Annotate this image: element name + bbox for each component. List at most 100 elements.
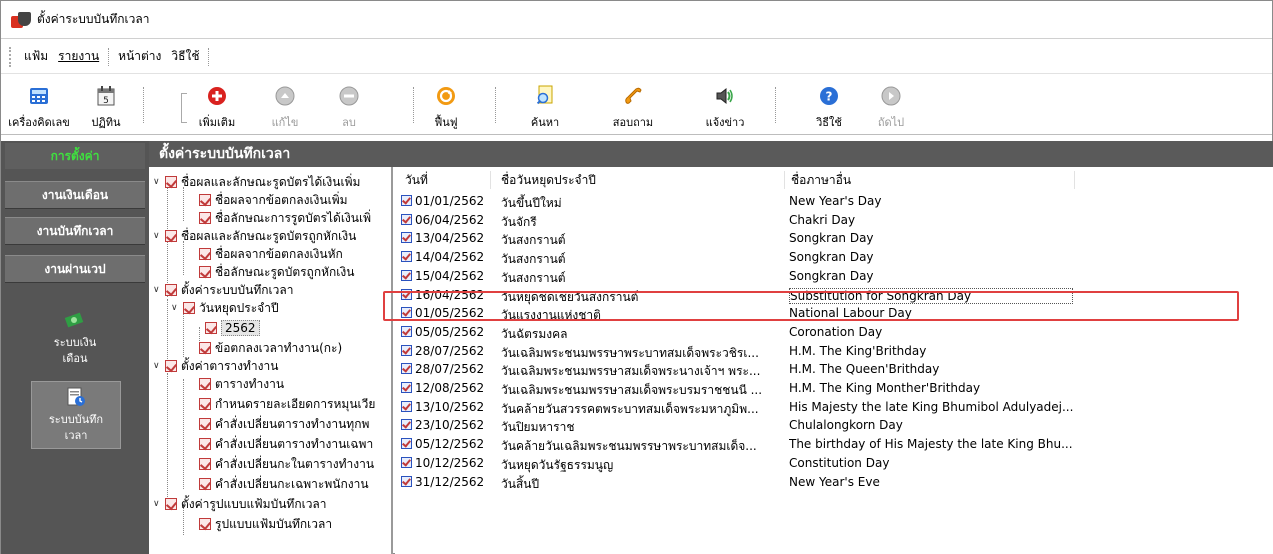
chevron-down-icon[interactable]: ∨ [153, 361, 163, 371]
table-row[interactable]: 15/04/2562 วันสงกรานต์ Songkran Day [395, 268, 1273, 286]
cell-date: 28/07/2562 [401, 344, 499, 358]
delete-button[interactable]: ลบ [321, 81, 377, 131]
checkbox-node-icon [165, 284, 177, 296]
menu-window[interactable]: หน้าต่าง [113, 45, 166, 68]
menu-file[interactable]: แฟ้ม [19, 45, 53, 68]
chevron-down-icon[interactable]: ∨ [153, 231, 163, 241]
tree-node[interactable]: คำสั่งเปลี่ยนกะเฉพาะพนักงาน [199, 475, 369, 493]
tree-node[interactable]: รูปแบบแฟ้มบันทึกเวลา [199, 515, 332, 533]
table-row[interactable]: 23/10/2562 วันปิยมหาราช Chulalongkorn Day [395, 417, 1273, 435]
inquire-button[interactable]: สอบถาม [605, 81, 661, 131]
tree-node[interactable]: คำสั่งเปลี่ยนตารางทำงานเฉพา [199, 435, 373, 453]
tree-node[interactable]: ∨ ตั้งค่าตารางทำงาน [153, 357, 278, 375]
cell-other-language: Chakri Day [789, 212, 856, 227]
add-button[interactable]: เพิ่มเติม [189, 81, 245, 131]
restore-icon [435, 85, 457, 107]
cell-holiday-name: วันฉัตรมงคล [501, 326, 568, 341]
checkbox-node-icon [199, 342, 211, 354]
tree-node[interactable]: ชื่อลักษณะการรูดบัตรได้เงินเพิ่ [199, 209, 371, 227]
tree-node[interactable]: ∨ ตั้งค่าระบบบันทึกเวลา [153, 281, 293, 299]
column-header-date[interactable]: วันที่ [395, 171, 491, 189]
search-icon [534, 85, 556, 107]
table-row[interactable]: 13/10/2562 วันคล้ายวันสวรรคตพระบาทสมเด็จพ… [395, 399, 1273, 417]
cell-date-text: 14/04/2562 [415, 250, 485, 265]
nav-settings[interactable]: การตั้งค่า [5, 143, 145, 169]
nav-payroll[interactable]: งานเงินเดือน [5, 181, 145, 209]
nav-time-attendance[interactable]: งานบันทึกเวลา [5, 217, 145, 245]
tree-node[interactable]: คำสั่งเปลี่ยนกะในตารางทำงาน [199, 455, 374, 473]
settings-tree: ∨ ชื่อผลและลักษณะรูดบัตรได้เงินเพิ่ม ชื่อ… [149, 167, 393, 554]
table-row[interactable]: 13/04/2562 วันสงกรานต์ Songkran Day [395, 230, 1273, 248]
table-row[interactable]: 01/05/2562 วันแรงงานแห่งชาติ National Labo… [395, 305, 1273, 323]
tree-node[interactable]: ∨ ชื่อผลและลักษณะรูดบัตรได้เงินเพิ่ม [153, 173, 360, 191]
menu-bar: แฟ้ม รายงาน หน้าต่าง วิธีใช้ [1, 40, 1272, 74]
search-button[interactable]: ค้นหา [517, 81, 573, 131]
chevron-down-icon[interactable]: ∨ [153, 499, 163, 509]
nav-web[interactable]: งานผ่านเวป [5, 255, 145, 283]
cell-date-text: 28/07/2562 [415, 362, 485, 377]
table-row-selected[interactable]: 16/04/2562 วันหยุดชดเชยวันสงกรานต์ Substit… [395, 287, 1273, 305]
column-header-other-language[interactable]: ชื่อภาษาอื่น [785, 171, 1075, 189]
table-row[interactable]: 31/12/2562 วันสิ้นปี New Year's Eve [395, 474, 1273, 492]
menu-help[interactable]: วิธีใช้ [166, 45, 204, 68]
time-system-tile[interactable]: ระบบบันทึก เวลา [31, 381, 121, 449]
cell-date: 05/12/2562 [401, 437, 499, 451]
app-logo-icon [11, 11, 31, 28]
tree-node[interactable]: คำสั่งเปลี่ยนตารางทำงานทุกพ [199, 415, 369, 433]
cell-other-language: Songkran Day [789, 268, 874, 283]
table-row[interactable]: 05/12/2562 วันคล้ายวันเฉลิมพระชนมพรรษาพระ… [395, 436, 1273, 454]
table-row[interactable]: 28/07/2562 วันเฉลิมพระชนมพรรษาพระบาทสมเด็… [395, 343, 1273, 361]
tree-node[interactable]: ข้อตกลงเวลาทำงาน(กะ) [199, 339, 342, 357]
tree-node-selected[interactable]: 2562 [205, 319, 260, 337]
checkbox-node-icon [199, 266, 211, 278]
cell-other-language: H.M. The King'Brithday [789, 343, 927, 358]
checkbox-node-icon [165, 176, 177, 188]
tree-node[interactable]: ∨ วันหยุดประจำปี [171, 299, 279, 317]
menu-report[interactable]: รายงาน [53, 45, 104, 68]
chevron-down-icon[interactable]: ∨ [153, 285, 163, 295]
table-row[interactable]: 10/12/2562 วันหยุดวันรัฐธรรมนูญ Constituti… [395, 455, 1273, 473]
table-row[interactable]: 28/07/2562 วันเฉลิมพระชนมพรรษาสมเด็จพระนา… [395, 361, 1273, 379]
chevron-down-icon[interactable]: ∨ [153, 177, 163, 187]
notify-button[interactable]: แจ้งข่าว [697, 81, 753, 131]
chevron-down-icon[interactable]: ∨ [171, 303, 181, 313]
checkbox-node-icon [199, 378, 211, 390]
tree-node[interactable]: กำหนดรายละเอียดการหมุนเวีย [199, 395, 375, 413]
checkbox-node-icon [199, 418, 211, 430]
edit-button[interactable]: แก้ไข [257, 81, 313, 131]
cell-date: 01/05/2562 [401, 306, 499, 320]
tree-node[interactable]: ชื่อลักษณะรูดบัตรถูกหักเงิน [199, 263, 354, 281]
svg-text:5: 5 [103, 96, 109, 106]
tree-node[interactable]: ตารางทำงาน [199, 375, 284, 393]
table-row[interactable]: 05/05/2562 วันฉัตรมงคล Coronation Day [395, 324, 1273, 342]
checkbox-node-icon [199, 194, 211, 206]
next-button[interactable]: ถัดไป [863, 81, 919, 131]
cell-date: 14/04/2562 [401, 250, 499, 264]
cell-date-text: 01/05/2562 [415, 306, 485, 321]
table-row[interactable]: 12/08/2562 วันเฉลิมพระชนมพรรษาสมเด็จพระบร… [395, 380, 1273, 398]
cell-date-text: 13/04/2562 [415, 231, 485, 246]
cell-holiday-name: วันสงกรานต์ [501, 233, 566, 248]
payroll-system-tile[interactable]: ระบบเงิน เดือน [5, 309, 145, 367]
tree-node[interactable]: ชื่อผลจากข้อตกลงเงินเพิ่ม [199, 191, 348, 209]
app-window: ตั้งค่าระบบบันทึกเวลา แฟ้ม รายงาน หน้าต่… [0, 0, 1273, 554]
calculator-button[interactable]: เครื่องคิดเลข [3, 81, 75, 131]
cell-other-language: H.M. The Queen'Brithday [789, 362, 940, 377]
table-row[interactable]: 14/04/2562 วันสงกรานต์ Songkran Day [395, 249, 1273, 267]
tree-node[interactable]: ∨ ตั้งค่ารูปแบบแฟ้มบันทึกเวลา [153, 495, 327, 513]
cell-holiday-name: วันเฉลิมพระชนมพรรษาสมเด็จพระบรมราชชนนี .… [501, 383, 763, 397]
table-row[interactable]: 06/04/2562 วันจักรี Chakri Day [395, 212, 1273, 230]
tree-node[interactable]: ∨ ชื่อผลและลักษณะรูดบัตรถูกหักเงิน [153, 227, 356, 245]
record-icon [401, 382, 412, 393]
checkbox-node-icon [165, 230, 177, 242]
help-button[interactable]: ? วิธีใช้ [801, 81, 857, 131]
table-row[interactable]: 01/01/2562 วันขึ้นปีใหม่ New Year's Day [395, 193, 1273, 211]
payroll-system-label-2: เดือน [62, 352, 88, 365]
tree-node[interactable]: ชื่อผลจากข้อตกลงเงินหัก [199, 245, 343, 263]
column-header-holiday-name[interactable]: ชื่อวันหยุดประจำปี [491, 171, 785, 189]
cell-date: 16/04/2562 [401, 288, 499, 302]
restore-button[interactable]: ฟื้นฟู [421, 81, 471, 131]
calendar-button[interactable]: 5 ปฏิทิน [81, 81, 131, 131]
cell-date: 13/10/2562 [401, 400, 499, 414]
next-icon [880, 85, 902, 107]
